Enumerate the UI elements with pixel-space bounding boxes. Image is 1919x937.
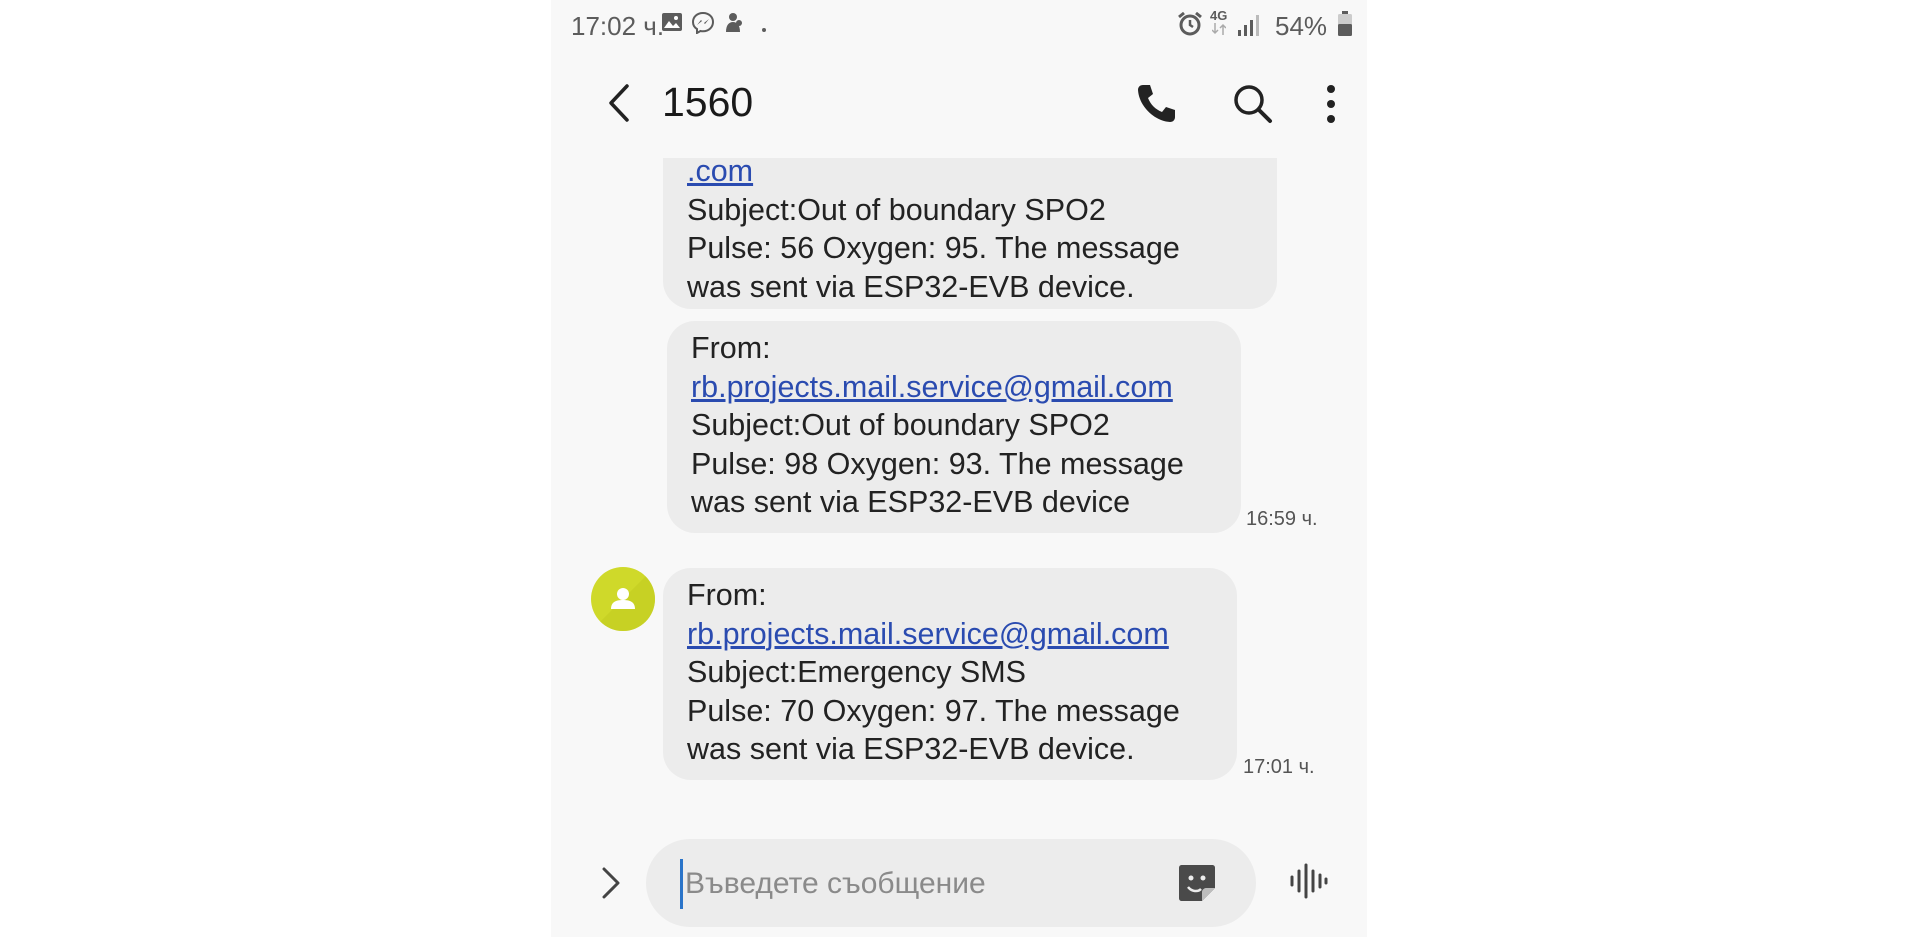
back-arrow-icon — [609, 84, 629, 122]
search-icon — [1234, 85, 1272, 123]
message-bubble[interactable]: From: rb.projects.mail.service@gmail.com… — [663, 568, 1237, 780]
conversation-header: 1560 — [551, 60, 1367, 150]
search-button[interactable] — [1228, 79, 1278, 129]
phone-icon — [1138, 85, 1175, 122]
message-email-link[interactable]: rb.projects.mail.service@gmail.com — [691, 368, 1241, 407]
message-text: Pulse: 98 Oxygen: 93. The message — [691, 446, 1184, 481]
hand-icon — [723, 12, 743, 39]
message-text: was sent via ESP32-EVB device. — [687, 732, 1135, 766]
conversation-title: 1560 — [662, 79, 754, 125]
call-button[interactable] — [1131, 79, 1181, 129]
message-bubble[interactable]: .com Subject:Out of boundary SPO2 Pulse:… — [663, 158, 1277, 309]
gallery-icon — [661, 12, 683, 37]
message-text: From: — [691, 331, 771, 365]
more-vert-icon — [1327, 85, 1335, 123]
battery-icon — [1337, 11, 1353, 42]
messaging-app: 17:02 ч. 4G 54% 1560 .com Subject:Out of… — [551, 0, 1367, 937]
sticker-icon — [1179, 865, 1215, 901]
contact-avatar[interactable] — [591, 567, 655, 631]
more-options-button[interactable] — [1306, 79, 1356, 129]
compose-bar — [551, 835, 1367, 937]
expand-attachments-button[interactable] — [591, 863, 631, 903]
voice-wave-icon — [1290, 863, 1328, 899]
dot-icon — [761, 20, 767, 38]
message-text: From: — [687, 578, 767, 612]
message-text: Subject:Out of boundary SPO2 — [691, 408, 1110, 442]
network-4g-icon: 4G — [1210, 8, 1227, 35]
person-icon — [591, 567, 655, 631]
messenger-icon — [691, 11, 715, 39]
message-text: Pulse: 70 Oxygen: 97. The message — [687, 693, 1180, 728]
status-time: 17:02 ч. — [571, 11, 665, 41]
message-field[interactable] — [646, 839, 1256, 927]
message-timestamp: 17:01 ч. — [1243, 756, 1315, 778]
message-list[interactable]: .com Subject:Out of boundary SPO2 Pulse:… — [551, 158, 1367, 823]
message-text: Subject:Emergency SMS — [687, 655, 1027, 689]
expand-arrow-icon — [602, 867, 620, 899]
alarm-icon — [1177, 11, 1203, 41]
voice-input-button[interactable] — [1286, 859, 1330, 903]
status-bar: 17:02 ч. 4G 54% — [551, 0, 1367, 50]
message-text: was sent via ESP32-EVB device. — [687, 269, 1135, 304]
message-text: Subject:Out of boundary SPO2 — [687, 192, 1106, 227]
signal-icon — [1237, 14, 1261, 41]
message-timestamp: 16:59 ч. — [1246, 508, 1318, 530]
sticker-button[interactable] — [1176, 862, 1218, 904]
message-email-link[interactable]: .com — [687, 158, 1277, 191]
back-button[interactable] — [596, 78, 646, 128]
message-input[interactable] — [680, 859, 1157, 909]
message-bubble[interactable]: From: rb.projects.mail.service@gmail.com… — [667, 321, 1241, 533]
message-text: Pulse: 56 Oxygen: 95. The message — [687, 231, 1180, 265]
message-email-link[interactable]: rb.projects.mail.service@gmail.com — [687, 615, 1237, 654]
message-text: was sent via ESP32-EVB device — [691, 485, 1131, 519]
battery-percentage: 54% — [1275, 11, 1328, 41]
